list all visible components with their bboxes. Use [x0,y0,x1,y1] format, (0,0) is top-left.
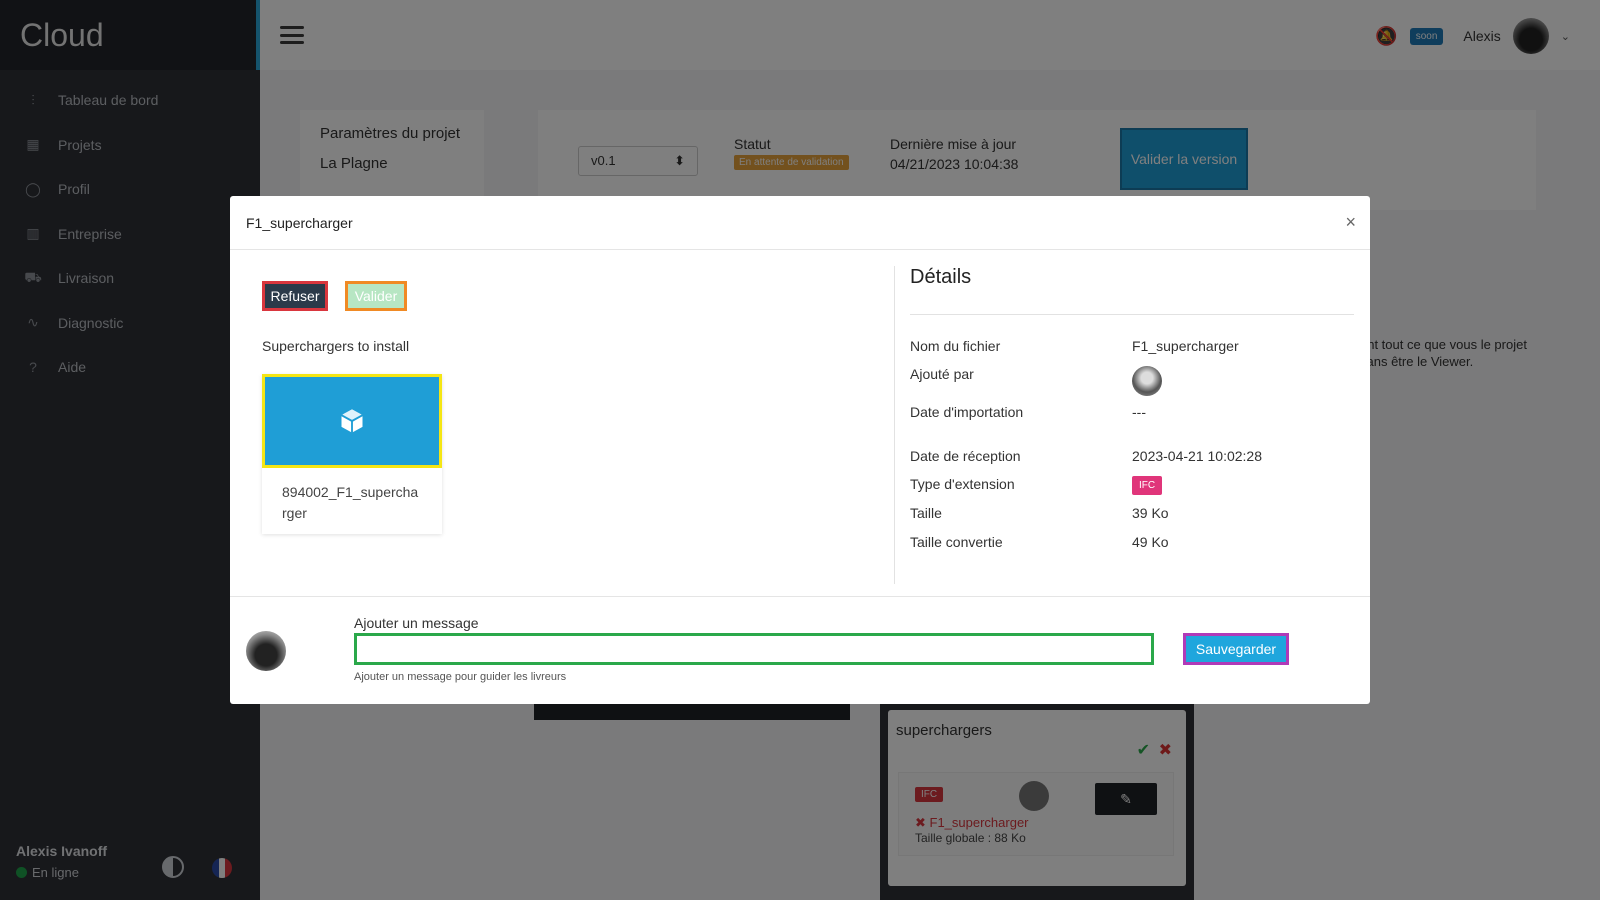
modal-header: F1_supercharger × [230,196,1370,250]
detail-label: Nom du fichier [910,338,1001,354]
detail-label: Date d'importation [910,404,1024,420]
avatar [246,631,286,671]
validate-button[interactable]: Valider [345,281,407,311]
details-title: Détails [910,266,972,288]
detail-label: Taille [910,505,942,521]
message-hint: Ajouter un message pour guider les livre… [354,671,567,683]
cube-icon [341,409,363,433]
message-label: Ajouter un message [354,615,479,631]
file-card-name: 894002_F1_supercharger [282,484,419,521]
file-thumbnail[interactable] [262,374,442,468]
file-modal: F1_supercharger × Refuser Valider Superc… [230,196,1370,704]
detail-value: F1_supercharger [1132,338,1239,354]
detail-label: Ajouté par [910,366,974,382]
detail-label: Taille convertie [910,534,1003,550]
detail-label: Date de réception [910,448,1021,464]
modal-footer: Ajouter un message Ajouter un message po… [230,596,1370,704]
modal-title: F1_supercharger [246,214,353,231]
detail-label: Type d'extension [910,476,1015,492]
refuse-button[interactable]: Refuser [262,281,328,311]
detail-value: 39 Ko [1132,505,1169,521]
close-icon[interactable]: × [1345,212,1356,233]
detail-value: --- [1132,404,1146,420]
modal-body: Refuser Valider Superchargers to install… [230,250,1370,600]
save-button[interactable]: Sauvegarder [1183,633,1289,665]
avatar [1132,366,1162,396]
divider [894,266,895,584]
file-card[interactable]: 894002_F1_supercharger [262,374,442,534]
detail-value: 2023-04-21 10:02:28 [1132,448,1262,464]
detail-value: 49 Ko [1132,534,1169,550]
message-input[interactable] [354,633,1154,665]
ifc-badge: IFC [1132,476,1163,495]
section-label: Superchargers to install [262,338,410,354]
divider [910,314,1354,315]
